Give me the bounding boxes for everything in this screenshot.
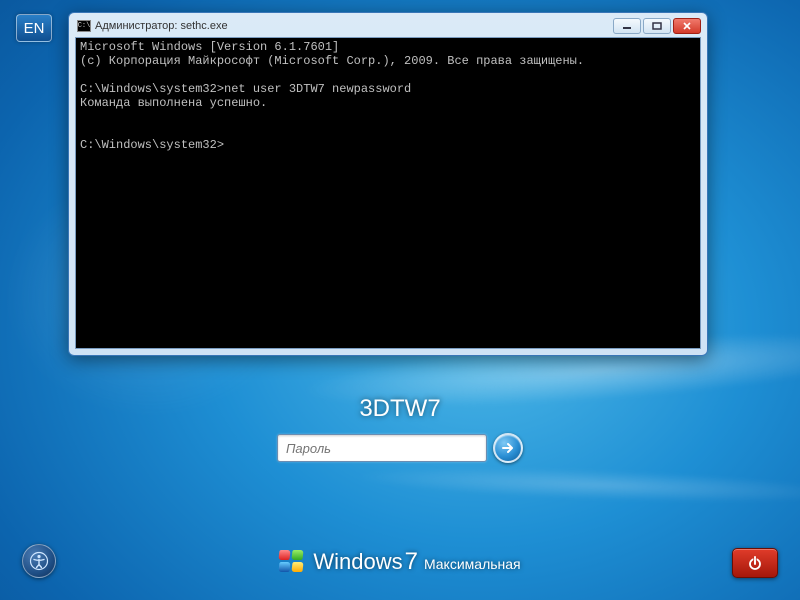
maximize-button[interactable]	[643, 18, 671, 34]
username-label: 3DTW7	[359, 395, 440, 423]
password-input[interactable]	[277, 434, 487, 462]
titlebar[interactable]: C:\ Администратор: sethc.exe	[75, 19, 701, 37]
language-indicator[interactable]: EN	[16, 14, 52, 42]
login-area: 3DTW7	[0, 395, 800, 463]
minimize-button[interactable]	[613, 18, 641, 34]
branding: Windows7 Максимальная	[0, 548, 800, 576]
bg-streak	[350, 461, 800, 508]
brand-edition: Максимальная	[424, 556, 521, 572]
submit-button[interactable]	[493, 433, 523, 463]
windows-logo-icon	[279, 550, 305, 574]
window-title: Администратор: sethc.exe	[95, 20, 609, 32]
cmd-icon: C:\	[77, 20, 91, 32]
close-button[interactable]	[673, 18, 701, 34]
brand-version: 7	[405, 548, 418, 576]
command-prompt-window[interactable]: C:\ Администратор: sethc.exe Microsoft W…	[68, 12, 708, 356]
power-button[interactable]	[732, 548, 778, 578]
brand-product: Windows	[313, 549, 402, 575]
terminal-output[interactable]: Microsoft Windows [Version 6.1.7601] (c)…	[75, 37, 701, 349]
